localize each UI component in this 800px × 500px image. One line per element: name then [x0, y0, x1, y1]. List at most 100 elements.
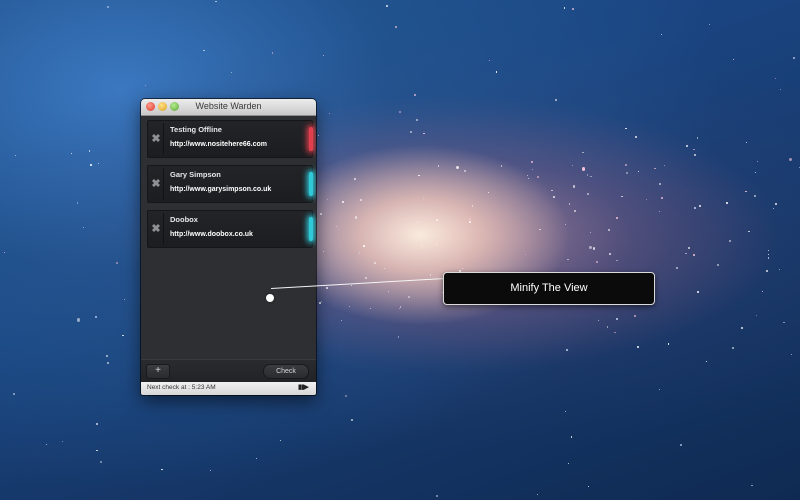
star — [646, 198, 648, 200]
star — [564, 411, 566, 413]
star — [429, 274, 432, 276]
site-card-gary-simpson[interactable]: ✖ Gary Simpson http://www.garysimpson.co… — [147, 165, 313, 203]
star — [634, 315, 637, 318]
star — [351, 419, 353, 421]
check-button[interactable]: Check — [263, 364, 309, 379]
star — [536, 493, 539, 496]
site-list: ✖ Testing Offline http://www.nositehere6… — [141, 116, 316, 359]
star — [365, 276, 368, 279]
star — [388, 291, 390, 293]
window-toolbar: + Check — [141, 359, 316, 382]
star — [569, 203, 571, 205]
star — [425, 215, 427, 218]
star — [660, 34, 662, 36]
star — [325, 286, 328, 289]
star — [96, 449, 98, 452]
star — [255, 457, 258, 460]
pause-play-icon[interactable]: ▮▮▶ — [298, 383, 309, 391]
star — [637, 170, 639, 172]
star — [607, 326, 609, 328]
star — [468, 220, 471, 223]
star — [725, 201, 728, 204]
star — [435, 243, 437, 245]
star — [614, 331, 616, 334]
star — [574, 210, 576, 213]
star — [761, 290, 763, 292]
star — [582, 151, 584, 153]
star — [663, 165, 665, 166]
star — [588, 486, 590, 488]
star — [76, 202, 78, 204]
star — [539, 228, 541, 231]
star — [705, 360, 708, 363]
star — [586, 174, 589, 176]
add-site-button[interactable]: + — [146, 364, 170, 379]
star — [766, 270, 769, 273]
star — [696, 137, 699, 139]
star — [527, 175, 529, 177]
star — [772, 207, 775, 210]
star — [616, 259, 618, 261]
star — [636, 346, 639, 349]
star — [625, 127, 627, 130]
star — [626, 171, 629, 174]
star — [775, 78, 777, 80]
star — [756, 314, 758, 316]
star — [61, 440, 63, 442]
star — [589, 246, 593, 250]
site-card-doobox[interactable]: ✖ Doobox http://www.doobox.co.uk — [147, 210, 313, 248]
star — [729, 240, 731, 242]
status-indicator-icon — [309, 217, 313, 241]
star — [329, 112, 331, 114]
star — [455, 165, 459, 170]
remove-site-icon[interactable]: ✖ — [151, 172, 161, 196]
star — [581, 167, 586, 171]
star — [272, 52, 274, 54]
star — [501, 165, 503, 167]
star — [322, 250, 325, 252]
star — [779, 269, 781, 271]
star — [369, 307, 372, 310]
star — [105, 354, 109, 358]
star — [748, 230, 750, 233]
star — [15, 154, 17, 156]
star — [355, 216, 358, 219]
star — [754, 194, 757, 197]
card-divider — [163, 123, 164, 155]
star — [318, 301, 321, 304]
star — [732, 58, 735, 61]
star — [407, 296, 410, 298]
site-card-testing-offline[interactable]: ✖ Testing Offline http://www.nositehere6… — [147, 120, 313, 158]
window-titlebar[interactable]: Website Warden — [141, 99, 316, 116]
star — [615, 216, 618, 219]
star — [435, 219, 438, 222]
site-name: Doobox — [170, 215, 198, 224]
callout-anchor-dot — [266, 294, 274, 302]
star — [327, 198, 329, 200]
status-indicator-icon — [309, 127, 313, 151]
star — [145, 85, 147, 87]
remove-site-icon[interactable]: ✖ — [151, 127, 161, 151]
remove-site-icon[interactable]: ✖ — [151, 217, 161, 241]
star — [374, 262, 376, 264]
star — [595, 260, 598, 263]
star — [563, 7, 565, 9]
star — [95, 422, 98, 425]
star — [767, 257, 770, 259]
star — [411, 241, 413, 243]
website-warden-window: Website Warden ✖ Testing Offline http://… — [141, 99, 316, 395]
desktop-background — [0, 0, 800, 500]
star — [88, 150, 91, 152]
star — [82, 226, 84, 228]
star — [692, 254, 695, 256]
star — [740, 326, 743, 329]
star — [624, 163, 627, 166]
callout-label: Minify The View — [443, 272, 655, 305]
star — [488, 192, 490, 194]
star — [461, 268, 463, 270]
star — [746, 142, 748, 144]
star — [318, 135, 320, 137]
star — [658, 211, 661, 213]
star — [383, 267, 386, 270]
star — [358, 252, 361, 254]
